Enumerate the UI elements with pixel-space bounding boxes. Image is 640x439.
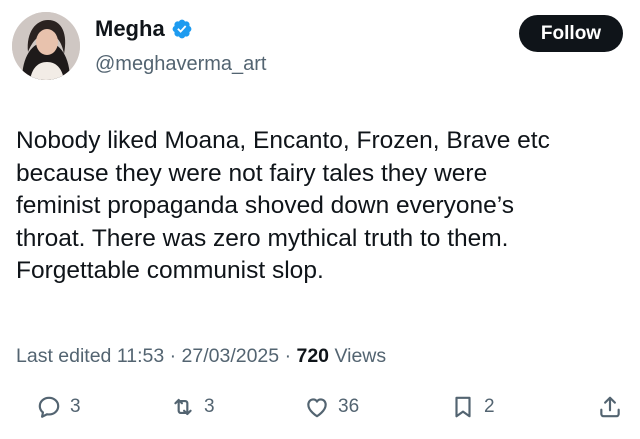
like-count: 36: [338, 396, 360, 417]
meta-separator: ·: [169, 345, 177, 367]
verified-badge-icon[interactable]: [171, 18, 193, 40]
avatar[interactable]: [12, 12, 80, 80]
tweet-actions: 3 3 36 2: [0, 390, 640, 430]
author-name-row: Megha: [95, 16, 193, 42]
edit-date[interactable]: 27/03/2025: [182, 345, 280, 367]
tweet-line: feminist propaganda shoved down everyone…: [16, 192, 515, 219]
avatar-image: [12, 12, 80, 80]
like-button[interactable]: 36: [304, 394, 359, 420]
like-icon: [307, 398, 327, 418]
tweet-line: Nobody liked Moana, Encanto, Frozen, Bra…: [16, 127, 550, 154]
tweet-line: because they were not fairy tales they w…: [16, 159, 488, 187]
tweet-meta: Last edited 11:53 · 27/03/2025 · 720 Vie…: [16, 343, 386, 369]
bookmark-button[interactable]: 2: [450, 394, 495, 420]
reply-icon: [38, 396, 60, 418]
views-count: 720: [296, 345, 330, 367]
display-name[interactable]: Megha: [95, 16, 165, 42]
author-handle[interactable]: @meghaverma_art: [95, 52, 266, 76]
reply-count: 3: [70, 396, 81, 417]
reply-button[interactable]: 3: [36, 394, 81, 420]
tweet-text: Nobody liked Moana, Encanto, Frozen, Bra…: [16, 125, 616, 288]
edit-time[interactable]: 11:53: [117, 345, 164, 367]
bookmark-count: 2: [484, 396, 495, 417]
repost-button[interactable]: 3: [170, 394, 215, 420]
repost-count: 3: [204, 396, 215, 417]
follow-button[interactable]: Follow: [519, 15, 623, 52]
tweet-line: throat. There was zero mythical truth to…: [16, 224, 509, 252]
repost-icon: [174, 398, 192, 416]
share-button[interactable]: [597, 394, 623, 420]
bookmark-icon: [455, 396, 471, 418]
edited-label[interactable]: Last edited: [16, 345, 111, 367]
meta-separator: ·: [284, 345, 292, 367]
tweet-line: Forgettable communist slop.: [16, 257, 324, 284]
share-icon: [600, 396, 620, 418]
views-label: Views: [334, 345, 387, 367]
